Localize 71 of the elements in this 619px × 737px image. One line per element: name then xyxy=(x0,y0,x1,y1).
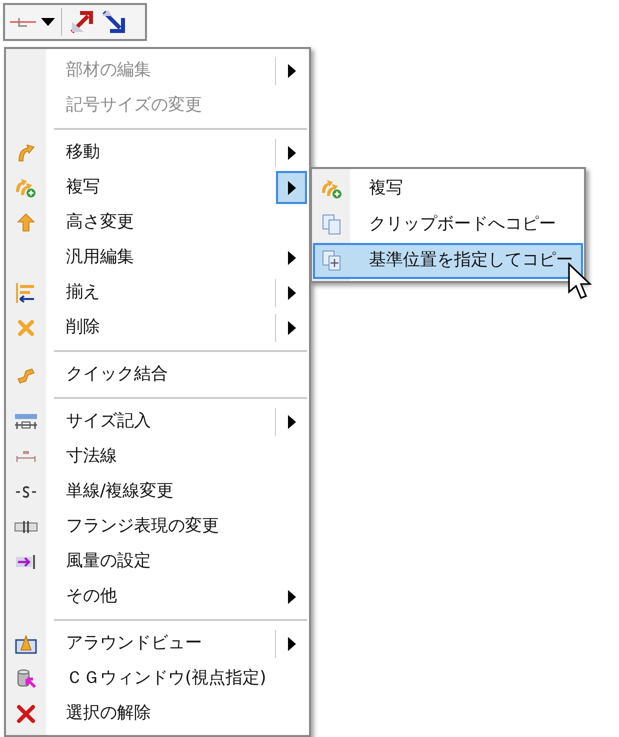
menu-item[interactable]: クイック結合 xyxy=(6,357,309,392)
submenu-button[interactable] xyxy=(276,171,307,204)
line-style-icon[interactable] xyxy=(9,15,37,29)
submenu-arrow-icon xyxy=(288,180,296,194)
curved-arrow-icon xyxy=(16,142,36,162)
mouse-pointer-icon xyxy=(567,262,593,300)
menu-item-label: 削除 xyxy=(66,316,100,339)
menu-item-label: 風量の設定 xyxy=(66,550,151,573)
dimension-line-icon xyxy=(15,450,37,464)
submenu-arrow-icon xyxy=(288,320,296,334)
menu-item[interactable]: 寸法線 xyxy=(6,439,309,474)
menu-item[interactable]: アラウンドビュー xyxy=(6,626,309,661)
menu-item-label: 揃え xyxy=(66,280,100,304)
submenu-arrow-icon xyxy=(288,286,296,300)
dropdown-caret-icon[interactable] xyxy=(41,18,55,26)
submenu-arrow-icon xyxy=(288,64,296,78)
menu-item[interactable]: 風量の設定 xyxy=(6,544,309,579)
menu-item-label: 寸法線 xyxy=(66,444,117,468)
x-icon xyxy=(17,318,35,336)
submenu-arrow-icon xyxy=(288,414,296,428)
submenu-arrow-icon xyxy=(288,146,296,160)
submenu-item[interactable]: クリップボードへコピー xyxy=(313,207,583,243)
pages-plus-icon xyxy=(322,250,342,272)
menu-item[interactable]: サイズ記入 xyxy=(6,404,309,439)
menu-item[interactable]: 単線/複線変更 xyxy=(6,474,309,509)
arrow-into-bar-icon xyxy=(15,554,37,570)
menu-item-label: アラウンドビュー xyxy=(66,632,202,655)
pages-icon xyxy=(322,214,342,236)
menu-item[interactable]: 選択の解除 xyxy=(6,696,309,731)
copy-arrows-icon xyxy=(321,179,343,199)
cylinder-pointer-icon xyxy=(15,668,37,690)
submenu-item-label: クリップボードへコピー xyxy=(369,213,556,236)
menu-item-label: フランジ表現の変更 xyxy=(66,514,219,538)
submenu-arrow-icon xyxy=(288,590,296,604)
menu-item-label: サイズ記入 xyxy=(66,410,151,433)
menu-item-label: 部材の編集 xyxy=(66,58,151,82)
menu-item[interactable]: 揃え xyxy=(6,275,309,310)
flange-icon xyxy=(14,520,38,534)
menu-item-label: 記号サイズの変更 xyxy=(66,94,202,117)
menu-item-label: 汎用編集 xyxy=(66,246,134,269)
submenu-item[interactable]: 基準位置を指定してコピー xyxy=(313,243,583,279)
menu-item-label: 単線/複線変更 xyxy=(66,480,174,503)
down-right-arrow-icon[interactable] xyxy=(100,8,128,36)
menu-item-label: 高さ変更 xyxy=(66,210,134,234)
menu-item[interactable]: フランジ表現の変更 xyxy=(6,509,309,544)
menu-item[interactable]: 移動 xyxy=(6,135,309,170)
up-arrow-icon xyxy=(17,212,35,232)
copy-arrows-icon xyxy=(15,178,37,198)
menu-item-label: 移動 xyxy=(66,140,100,164)
up-right-arrow-icon[interactable] xyxy=(68,8,96,36)
letter-frame-icon xyxy=(15,634,37,654)
menu-item[interactable]: ＣＧウィンドウ(視点指定) xyxy=(6,661,309,696)
size-label-icon xyxy=(14,412,38,430)
submenu-arrow-icon xyxy=(288,636,296,650)
align-icon xyxy=(15,282,37,304)
menu-item-label: 選択の解除 xyxy=(66,702,151,725)
close-icon xyxy=(16,704,36,724)
s-line-icon xyxy=(15,484,37,498)
submenu-item[interactable]: 複写 xyxy=(313,171,583,207)
menu-item[interactable]: 削除 xyxy=(6,310,309,345)
menu-item[interactable]: その他 xyxy=(6,579,309,614)
submenu-item-label: 複写 xyxy=(369,177,403,200)
submenu-arrow-icon xyxy=(288,250,296,264)
menu-item-label: 複写 xyxy=(66,176,100,199)
menu-item-label: その他 xyxy=(66,584,117,608)
menu-item[interactable]: 高さ変更 xyxy=(6,205,309,240)
submenu-item-label: 基準位置を指定してコピー xyxy=(369,249,573,272)
menu-item-label: クイック結合 xyxy=(66,362,168,386)
menu-item-label: ＣＧウィンドウ(視点指定) xyxy=(66,666,266,690)
menu-item[interactable]: 複写 xyxy=(6,170,309,205)
menu-item[interactable]: 汎用編集 xyxy=(6,240,309,275)
